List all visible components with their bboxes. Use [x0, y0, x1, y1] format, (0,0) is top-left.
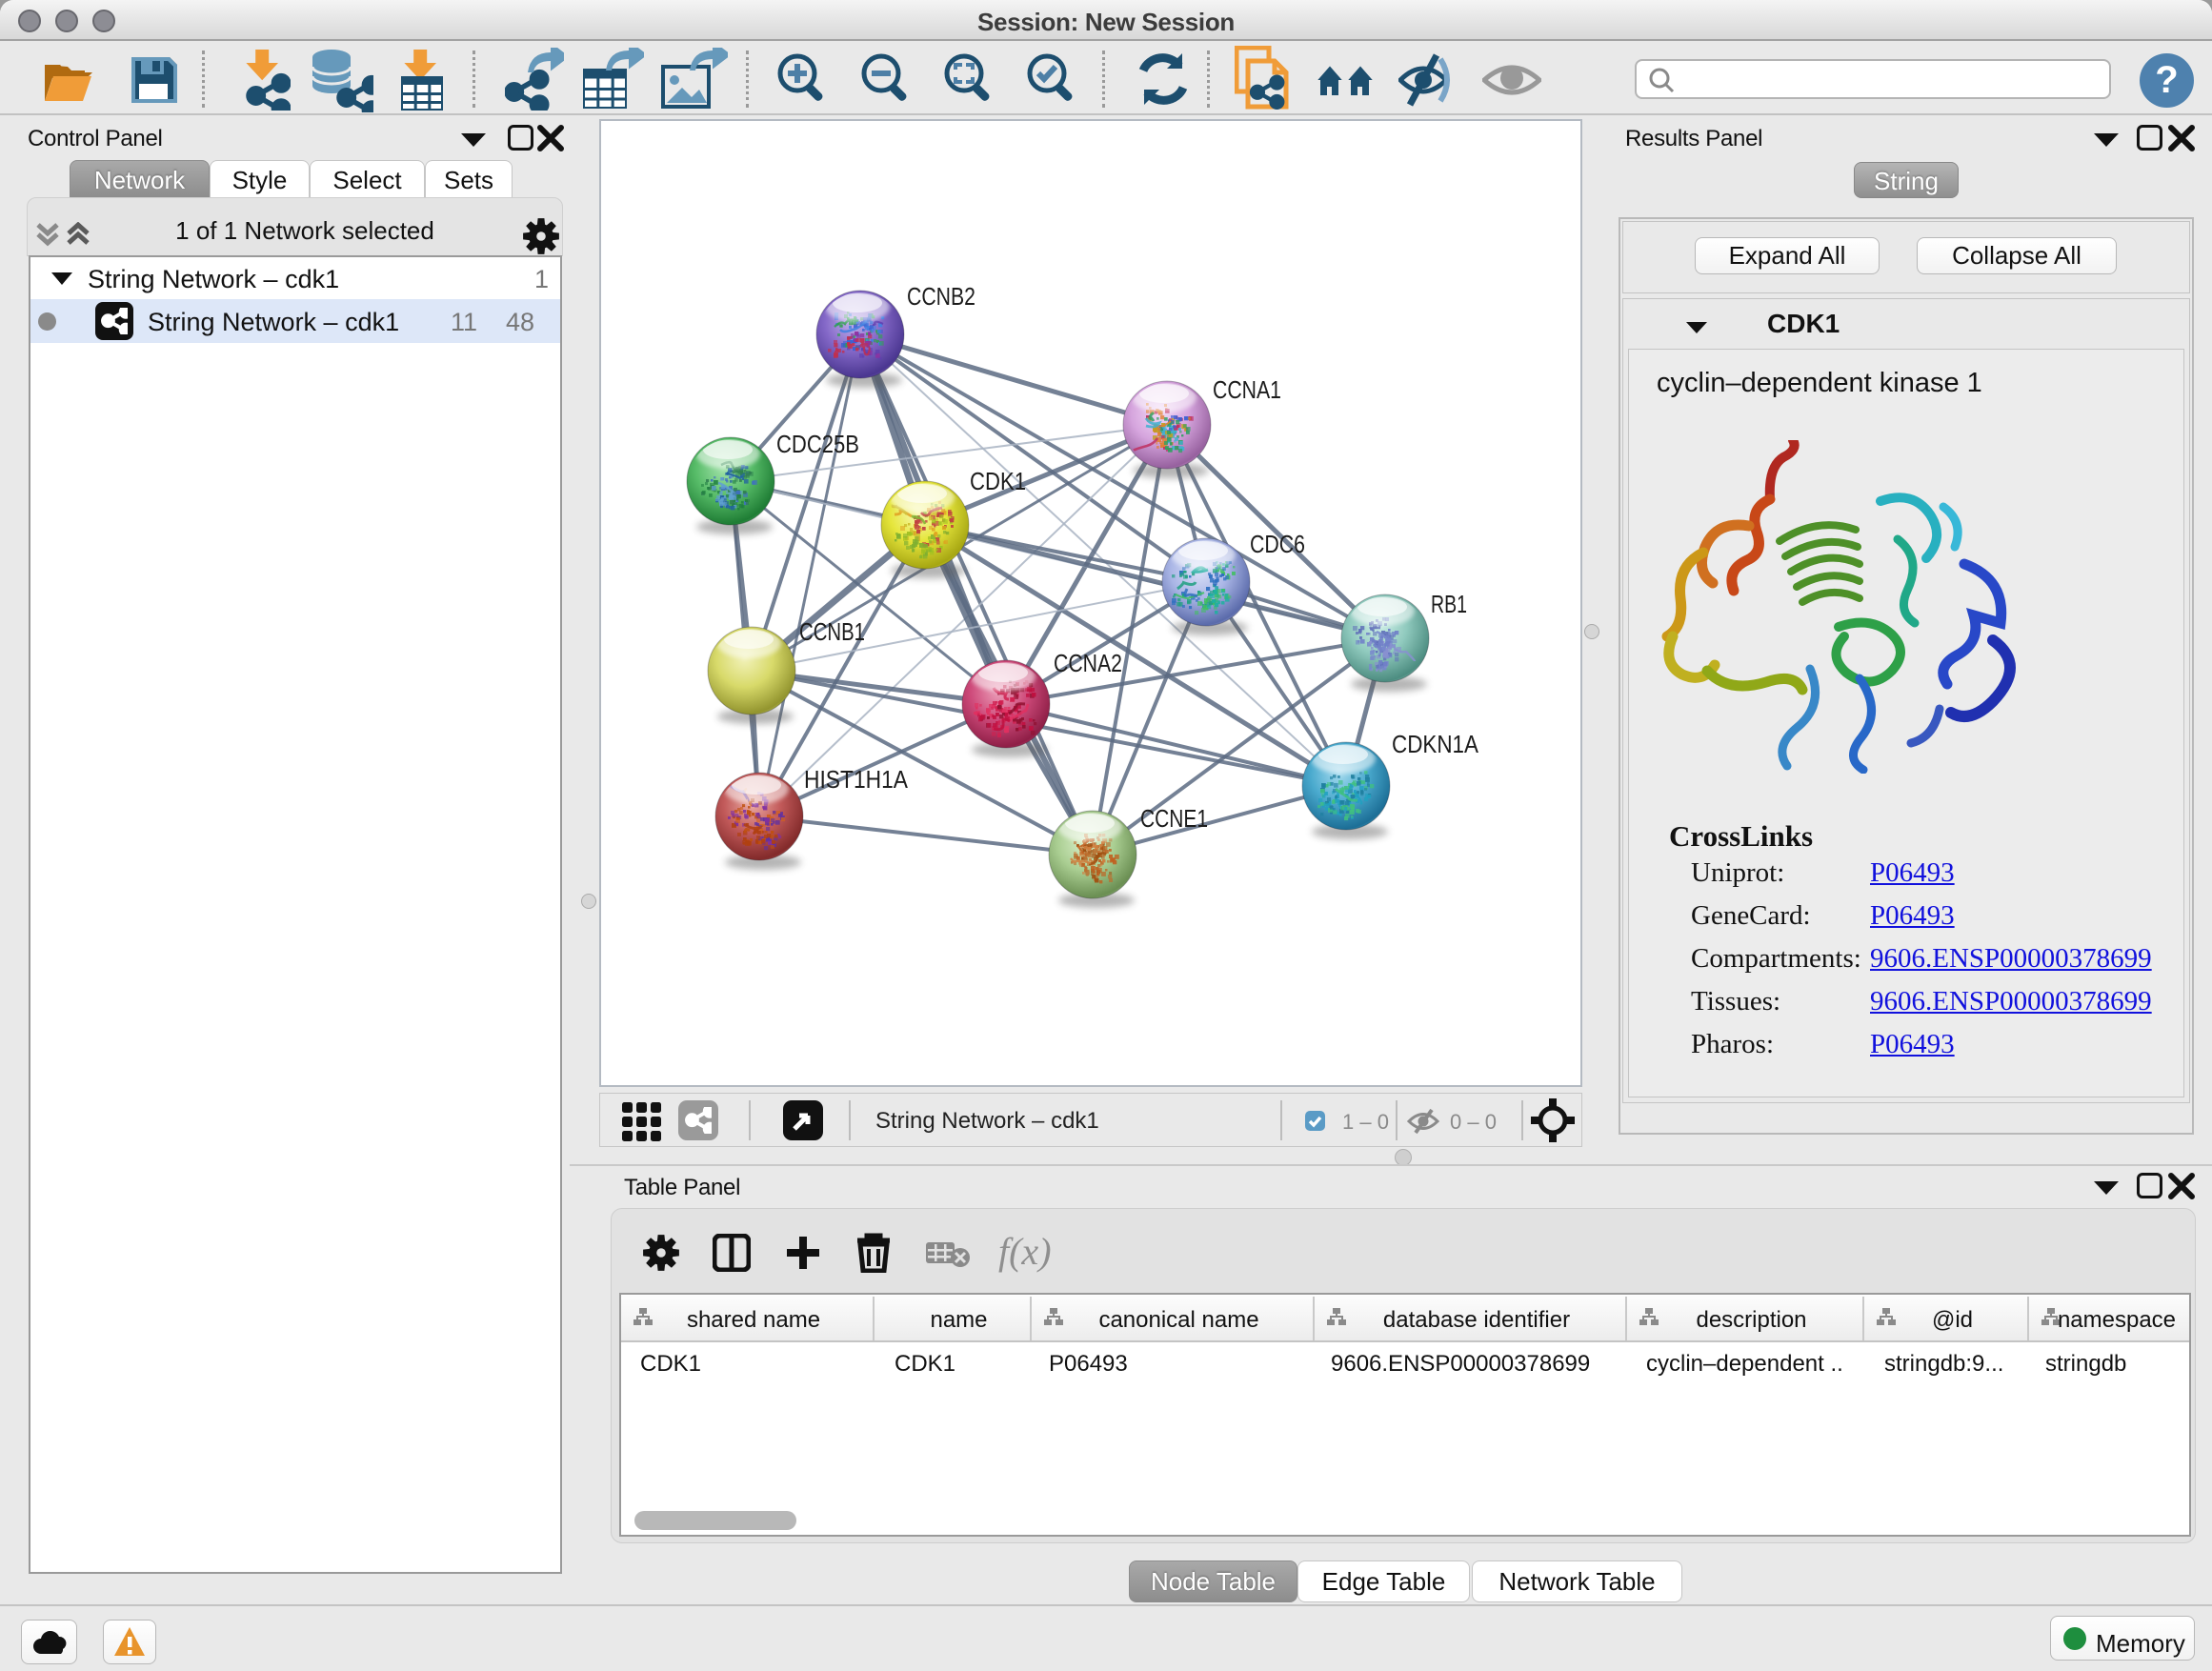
- svg-text:CCNE1: CCNE1: [1140, 804, 1208, 833]
- svg-text:CDKN1A: CDKN1A: [1392, 730, 1479, 758]
- svg-text:CDC6: CDC6: [1250, 530, 1305, 558]
- svg-text:CDC25B: CDC25B: [776, 430, 859, 458]
- svg-text:CCNA2: CCNA2: [1054, 649, 1122, 677]
- svg-text:HIST1H1A: HIST1H1A: [804, 765, 909, 794]
- svg-text:CDK1: CDK1: [970, 467, 1026, 495]
- svg-text:CCNB1: CCNB1: [799, 617, 865, 646]
- svg-text:CCNA1: CCNA1: [1213, 375, 1281, 404]
- svg-text:CCNB2: CCNB2: [907, 282, 975, 311]
- svg-text:RB1: RB1: [1431, 590, 1467, 618]
